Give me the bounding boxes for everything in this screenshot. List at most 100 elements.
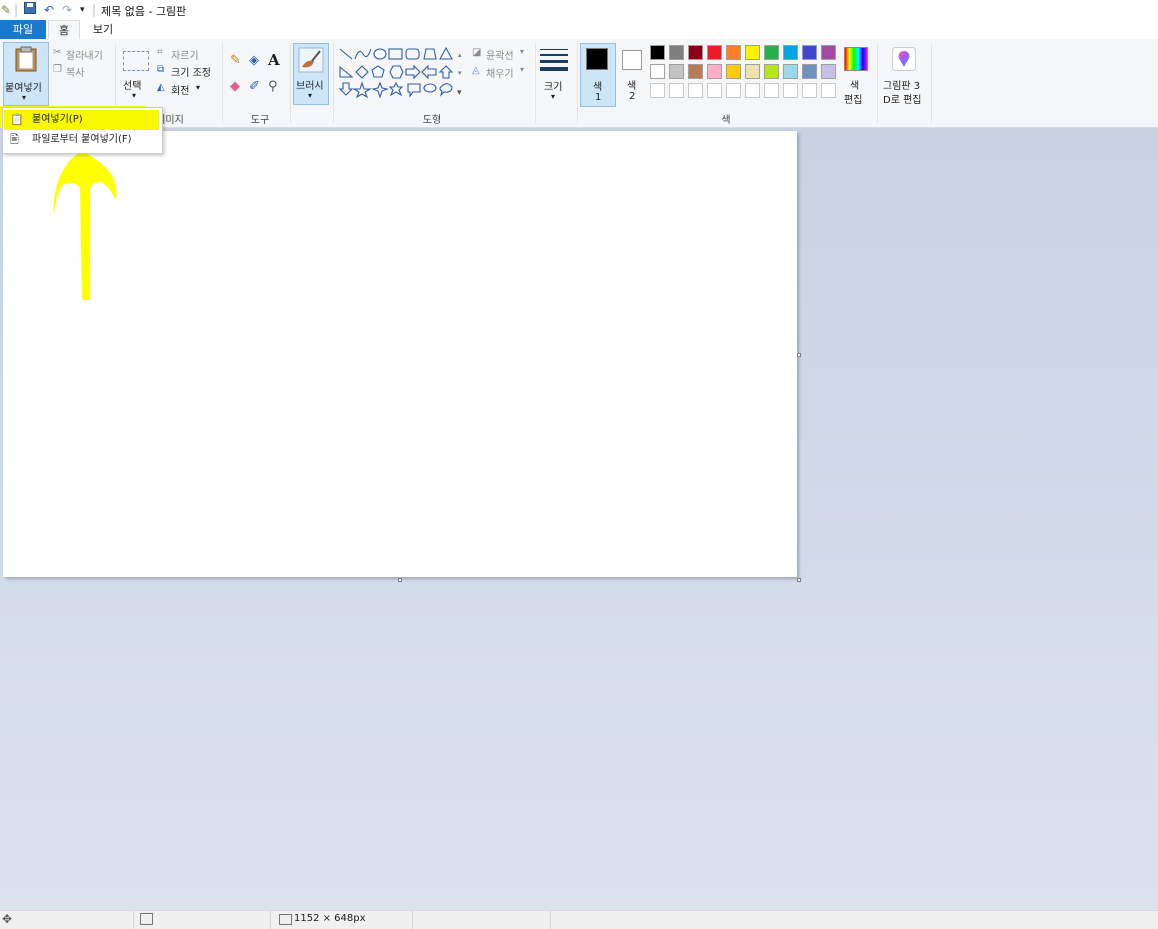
custom-color-swatch[interactable] [821, 83, 836, 98]
paste-menu-item[interactable]: 📋 붙여넣기(P) [4, 110, 159, 130]
color-spectrum-icon [844, 47, 868, 71]
palette-color-swatch[interactable] [650, 45, 665, 60]
color1-label-line1: 색 [593, 82, 603, 93]
custom-color-swatch[interactable] [764, 83, 779, 98]
custom-color-swatch[interactable] [688, 83, 703, 98]
shapes-group-label: 도형 [422, 115, 442, 126]
pencil-icon[interactable]: ✎ [230, 53, 241, 68]
palette-color-swatch[interactable] [821, 64, 836, 79]
status-bar: ✥ 1152 × 648px [0, 910, 1158, 929]
drawing-canvas[interactable] [3, 131, 797, 577]
window-title: 제목 없음 - 그림판 [101, 5, 187, 18]
copy-icon: ❐ [53, 64, 62, 75]
paste-label: 붙여넣기 [5, 83, 42, 94]
palette-color-swatch[interactable] [669, 64, 684, 79]
palette-color-swatch[interactable] [783, 64, 798, 79]
cursor-position-icon: ✥ [2, 912, 13, 926]
custom-color-swatch[interactable] [669, 83, 684, 98]
rotate-button[interactable]: 회전 [171, 82, 189, 97]
clipboard-small-icon: 📋 [10, 113, 24, 126]
resize-button[interactable]: 크기 조정 [171, 64, 211, 79]
edit-colors-button[interactable]: 색 편집 [842, 43, 872, 106]
tab-home[interactable]: 홈 [48, 20, 80, 41]
paste-from-file-menu-item[interactable]: 🖹 파일로부터 붙여넣기(F) [4, 130, 159, 150]
custom-color-swatch[interactable] [707, 83, 722, 98]
select-rect-icon [123, 51, 149, 71]
fill-bucket-icon[interactable]: ◈ [249, 53, 259, 68]
color1-label-line2: 1 [595, 92, 602, 103]
image-size-text: 1152 × 648px [294, 913, 366, 924]
paste-button[interactable]: 붙여넣기 ▾ [3, 42, 49, 106]
palette-color-swatch[interactable] [726, 64, 741, 79]
color1-button[interactable]: 색 1 [580, 43, 616, 107]
magnifier-icon[interactable]: ⚲ [268, 79, 278, 94]
palette-color-swatch[interactable] [726, 45, 741, 60]
customize-toolbar-icon[interactable]: ▾ [80, 2, 85, 18]
color-palette [650, 45, 840, 103]
palette-color-swatch[interactable] [707, 45, 722, 60]
palette-color-swatch[interactable] [783, 45, 798, 60]
paste-dropdown-arrow: ▾ [22, 93, 27, 102]
size-dropdown-arrow: ▾ [551, 92, 556, 101]
cut-button[interactable]: 잘라내기 [66, 47, 103, 62]
palette-color-swatch[interactable] [802, 45, 817, 60]
palette-color-swatch[interactable] [745, 45, 760, 60]
resize-handle-right[interactable] [797, 353, 801, 357]
custom-color-swatch[interactable] [783, 83, 798, 98]
palette-color-swatch[interactable] [764, 45, 779, 60]
svg-text:▾: ▾ [457, 88, 462, 98]
palette-color-swatch[interactable] [764, 64, 779, 79]
resize-handle-corner[interactable] [797, 578, 801, 582]
palette-color-swatch[interactable] [745, 64, 760, 79]
custom-color-swatch[interactable] [745, 83, 760, 98]
paste-menu: 📋 붙여넣기(P) 🖹 파일로부터 붙여넣기(F) [2, 107, 163, 154]
rotate-icon: ◭ [157, 82, 165, 93]
text-tool-icon[interactable]: A [268, 51, 280, 69]
palette-color-swatch[interactable] [707, 64, 722, 79]
edit-colors-line2: 편집 [844, 95, 863, 106]
crop-button[interactable]: 자르기 [171, 47, 199, 62]
redo-icon[interactable]: ↷ [62, 2, 72, 18]
shapes-gallery[interactable]: ▴ ▾ ▾ [338, 45, 464, 99]
brush-dropdown-arrow: ▾ [308, 91, 313, 100]
edit-with-paint3d-button[interactable]: 그림판 3 D로 편집 [880, 43, 928, 106]
title-bar: ✎ | ↶ ↷ ▾ | 제목 없음 - 그림판 [0, 0, 1158, 21]
select-dropdown-arrow[interactable]: ▾ [132, 91, 136, 100]
outline-icon: ◪ [472, 47, 482, 58]
resize-handle-bottom[interactable] [398, 578, 402, 582]
palette-color-swatch[interactable] [688, 64, 703, 79]
palette-color-swatch[interactable] [650, 64, 665, 79]
fill-icon: ◬ [472, 65, 480, 76]
palette-color-swatch[interactable] [688, 45, 703, 60]
palette-color-swatch[interactable] [821, 45, 836, 60]
custom-color-swatch[interactable] [726, 83, 741, 98]
paint-app-icon: ✎ [1, 3, 12, 17]
custom-color-swatch[interactable] [802, 83, 817, 98]
selection-size-icon [140, 913, 153, 925]
select-button[interactable]: 선택 [123, 77, 141, 92]
tab-view[interactable]: 보기 [86, 20, 120, 39]
size-button[interactable]: 크기 ▾ [540, 45, 569, 105]
fill-button[interactable]: 채우기 [486, 65, 514, 80]
color2-button[interactable]: 색 2 [617, 43, 647, 105]
color2-label-line1: 색 [627, 81, 637, 92]
brush-button[interactable]: 브러시 ▾ [293, 43, 329, 105]
tab-file[interactable]: 파일 [0, 20, 46, 39]
paste-from-file-menu-item-label: 파일로부터 붙여넣기(F) [32, 134, 132, 145]
color2-label-line2: 2 [629, 91, 636, 102]
palette-color-swatch[interactable] [802, 64, 817, 79]
outline-dropdown-arrow[interactable]: ▾ [520, 47, 524, 56]
rotate-dropdown-arrow[interactable]: ▾ [196, 83, 200, 92]
save-icon[interactable] [24, 2, 36, 18]
custom-color-swatch[interactable] [650, 83, 665, 98]
undo-icon[interactable]: ↶ [44, 2, 54, 18]
paint3d-line1: 그림판 3 [883, 81, 921, 92]
fill-dropdown-arrow[interactable]: ▾ [520, 65, 524, 74]
copy-button[interactable]: 복사 [66, 64, 84, 79]
color-picker-icon[interactable]: ✐ [249, 79, 260, 94]
ribbon: 붙여넣기 ▾ ✂ 잘라내기 ❐ 복사 선택 ▾ ⌗ 자르기 ⧉ 크기 조정 ◭ … [0, 39, 1158, 128]
palette-color-swatch[interactable] [669, 45, 684, 60]
eraser-icon[interactable]: ◆ [230, 79, 240, 94]
outline-button[interactable]: 윤곽선 [486, 47, 514, 62]
svg-text:▴: ▴ [458, 51, 462, 59]
